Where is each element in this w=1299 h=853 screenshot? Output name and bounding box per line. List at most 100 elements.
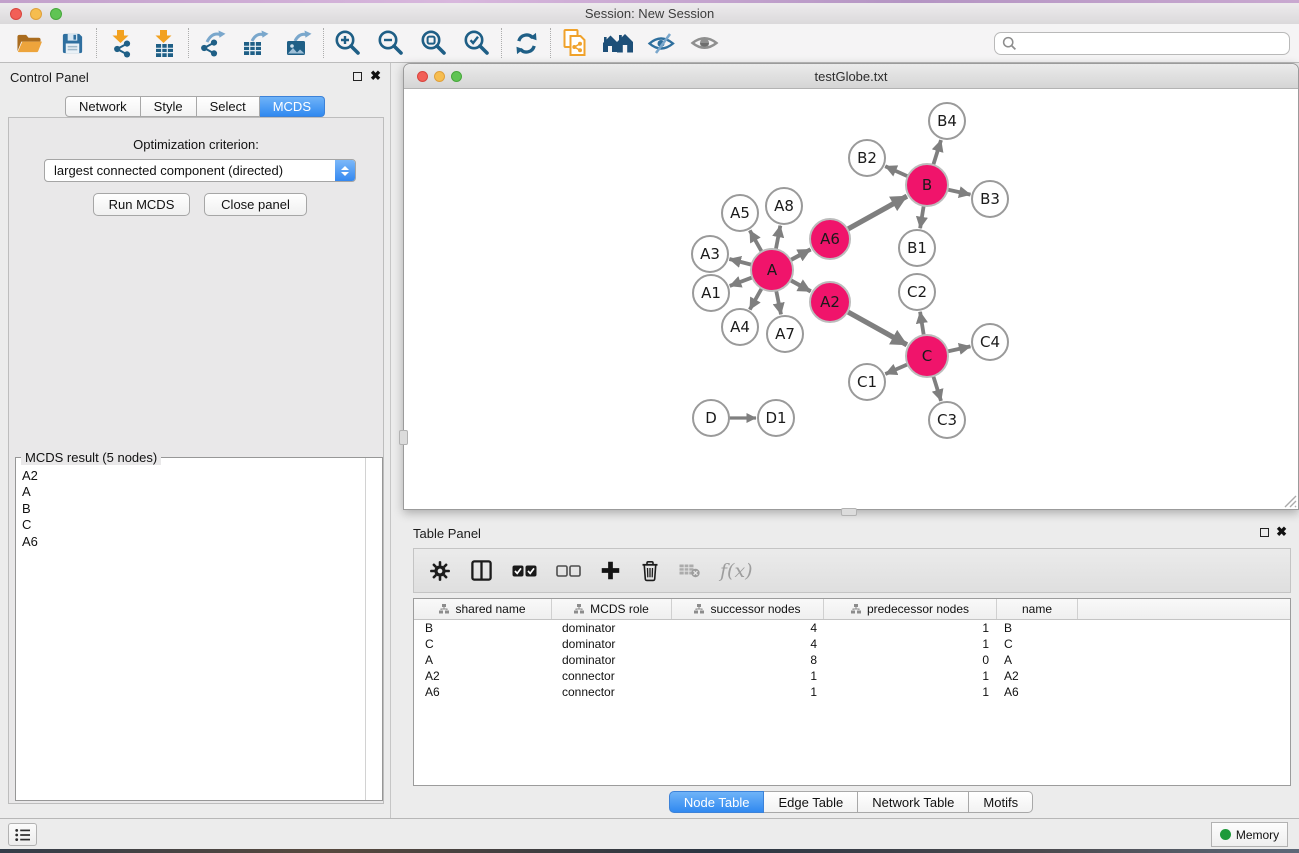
table-cell[interactable]: 4: [672, 621, 824, 635]
float-table-panel-icon[interactable]: [1260, 528, 1269, 537]
table-cell[interactable]: A: [414, 653, 552, 667]
zoom-in-button[interactable]: [331, 26, 365, 60]
add-column-button[interactable]: [600, 560, 621, 581]
column-header-mcds-role[interactable]: MCDS role: [552, 599, 672, 619]
table-cell[interactable]: connector: [552, 669, 672, 683]
open-session-button[interactable]: [12, 26, 46, 60]
mcds-result-item[interactable]: B: [22, 501, 382, 517]
tab-style[interactable]: Style: [141, 96, 197, 117]
mcds-result-item[interactable]: A: [22, 484, 382, 500]
graph-edge-A-A4[interactable]: [750, 287, 763, 310]
close-panel-icon[interactable]: ✖: [370, 69, 381, 83]
search-input[interactable]: [1021, 34, 1289, 53]
close-panel-button[interactable]: Close panel: [204, 193, 307, 216]
duplicate-network-button[interactable]: [558, 26, 592, 60]
graph-edge-C-C2[interactable]: [920, 312, 924, 337]
home-button[interactable]: [601, 26, 635, 60]
close-table-panel-icon[interactable]: ✖: [1276, 525, 1287, 539]
graph-edge-A-A7[interactable]: [776, 289, 781, 315]
table-tab-network-table[interactable]: Network Table: [858, 791, 969, 813]
graph-edge-A-A2[interactable]: [789, 279, 811, 291]
table-cell[interactable]: A: [997, 653, 1078, 667]
column-header-name[interactable]: name: [997, 599, 1078, 619]
minimize-network-window-button[interactable]: [434, 71, 445, 82]
export-table-button[interactable]: [239, 26, 273, 60]
close-network-window-button[interactable]: [417, 71, 428, 82]
vertical-scroll-thumb[interactable]: [399, 430, 408, 445]
column-header-shared-name[interactable]: shared name: [414, 599, 552, 619]
table-cell[interactable]: A2: [997, 669, 1078, 683]
graph-edge-A-A1[interactable]: [730, 277, 755, 286]
deselect-all-button[interactable]: [556, 565, 581, 577]
zoom-fit-button[interactable]: [417, 26, 451, 60]
graph-edge-B-B1[interactable]: [920, 204, 924, 228]
refresh-view-button[interactable]: [509, 26, 543, 60]
graph-edge-A-A3[interactable]: [729, 259, 753, 265]
table-row[interactable]: A2connector11A2: [414, 668, 1290, 684]
show-eye-button[interactable]: [687, 26, 721, 60]
table-row[interactable]: Bdominator41B: [414, 620, 1290, 636]
resize-grip-icon[interactable]: [1282, 493, 1297, 508]
table-cell[interactable]: A2: [414, 669, 552, 683]
table-cell[interactable]: 1: [824, 685, 997, 699]
table-cell[interactable]: 1: [824, 637, 997, 651]
horizontal-scroll-thumb[interactable]: [841, 508, 857, 516]
table-cell[interactable]: B: [414, 621, 552, 635]
graph-edge-C-C4[interactable]: [946, 346, 971, 352]
table-row[interactable]: Adominator80A: [414, 652, 1290, 668]
zoom-window-button[interactable]: [50, 8, 62, 20]
network-graph[interactable]: B4B2BB3A8A5A6B1A3AA1C2A2A4A7C4CC1C3DD1: [404, 89, 1298, 509]
zoom-out-button[interactable]: [374, 26, 408, 60]
hide-glyphs-button[interactable]: [644, 26, 678, 60]
graph-edge-C-C3[interactable]: [933, 374, 941, 401]
result-scrollbar[interactable]: [365, 458, 382, 800]
delete-column-button[interactable]: [640, 560, 660, 582]
mcds-result-item[interactable]: A6: [22, 534, 382, 550]
column-header-successor-nodes[interactable]: successor nodes: [672, 599, 824, 619]
mcds-result-item[interactable]: A2: [22, 468, 382, 484]
table-tab-node-table[interactable]: Node Table: [669, 791, 765, 813]
float-panel-icon[interactable]: [353, 72, 362, 81]
delete-table-button[interactable]: [679, 563, 701, 578]
graph-edge-A6-B[interactable]: [846, 196, 907, 230]
zoom-network-window-button[interactable]: [451, 71, 462, 82]
minimize-window-button[interactable]: [30, 8, 42, 20]
tab-select[interactable]: Select: [197, 96, 260, 117]
export-image-button[interactable]: [282, 26, 316, 60]
split-columns-button[interactable]: [470, 559, 493, 582]
import-network-button[interactable]: [104, 26, 138, 60]
tab-network[interactable]: Network: [65, 96, 141, 117]
table-cell[interactable]: 0: [824, 653, 997, 667]
run-mcds-button[interactable]: Run MCDS: [93, 193, 190, 216]
mcds-result-item[interactable]: C: [22, 517, 382, 533]
network-canvas[interactable]: B4B2BB3A8A5A6B1A3AA1C2A2A4A7C4CC1C3DD1: [404, 89, 1298, 509]
memory-button[interactable]: Memory: [1211, 822, 1288, 847]
table-cell[interactable]: B: [997, 621, 1078, 635]
table-cell[interactable]: C: [414, 637, 552, 651]
tab-mcds[interactable]: MCDS: [260, 96, 325, 117]
table-cell[interactable]: 1: [672, 685, 824, 699]
table-cell[interactable]: A6: [997, 685, 1078, 699]
table-cell[interactable]: connector: [552, 685, 672, 699]
criterion-dropdown[interactable]: largest connected component (directed): [44, 159, 356, 182]
table-tab-motifs[interactable]: Motifs: [969, 791, 1033, 813]
table-cell[interactable]: 1: [824, 621, 997, 635]
table-row[interactable]: Cdominator41C: [414, 636, 1290, 652]
table-cell[interactable]: dominator: [552, 637, 672, 651]
graph-edge-A-A5[interactable]: [750, 230, 763, 253]
graph-edge-C-C1[interactable]: [885, 364, 909, 374]
close-window-button[interactable]: [10, 8, 22, 20]
table-cell[interactable]: 8: [672, 653, 824, 667]
table-cell[interactable]: 4: [672, 637, 824, 651]
table-cell[interactable]: C: [997, 637, 1078, 651]
table-cell[interactable]: A6: [414, 685, 552, 699]
select-all-button[interactable]: [512, 565, 537, 577]
graph-edge-A-A8[interactable]: [776, 226, 781, 252]
save-session-button[interactable]: [55, 26, 89, 60]
graph-edge-A-A6[interactable]: [789, 249, 811, 261]
table-cell[interactable]: 1: [672, 669, 824, 683]
graph-edge-B-B4[interactable]: [933, 140, 941, 167]
zoom-selected-button[interactable]: [460, 26, 494, 60]
table-tab-edge-table[interactable]: Edge Table: [764, 791, 858, 813]
function-builder-button[interactable]: f(x): [720, 560, 753, 582]
